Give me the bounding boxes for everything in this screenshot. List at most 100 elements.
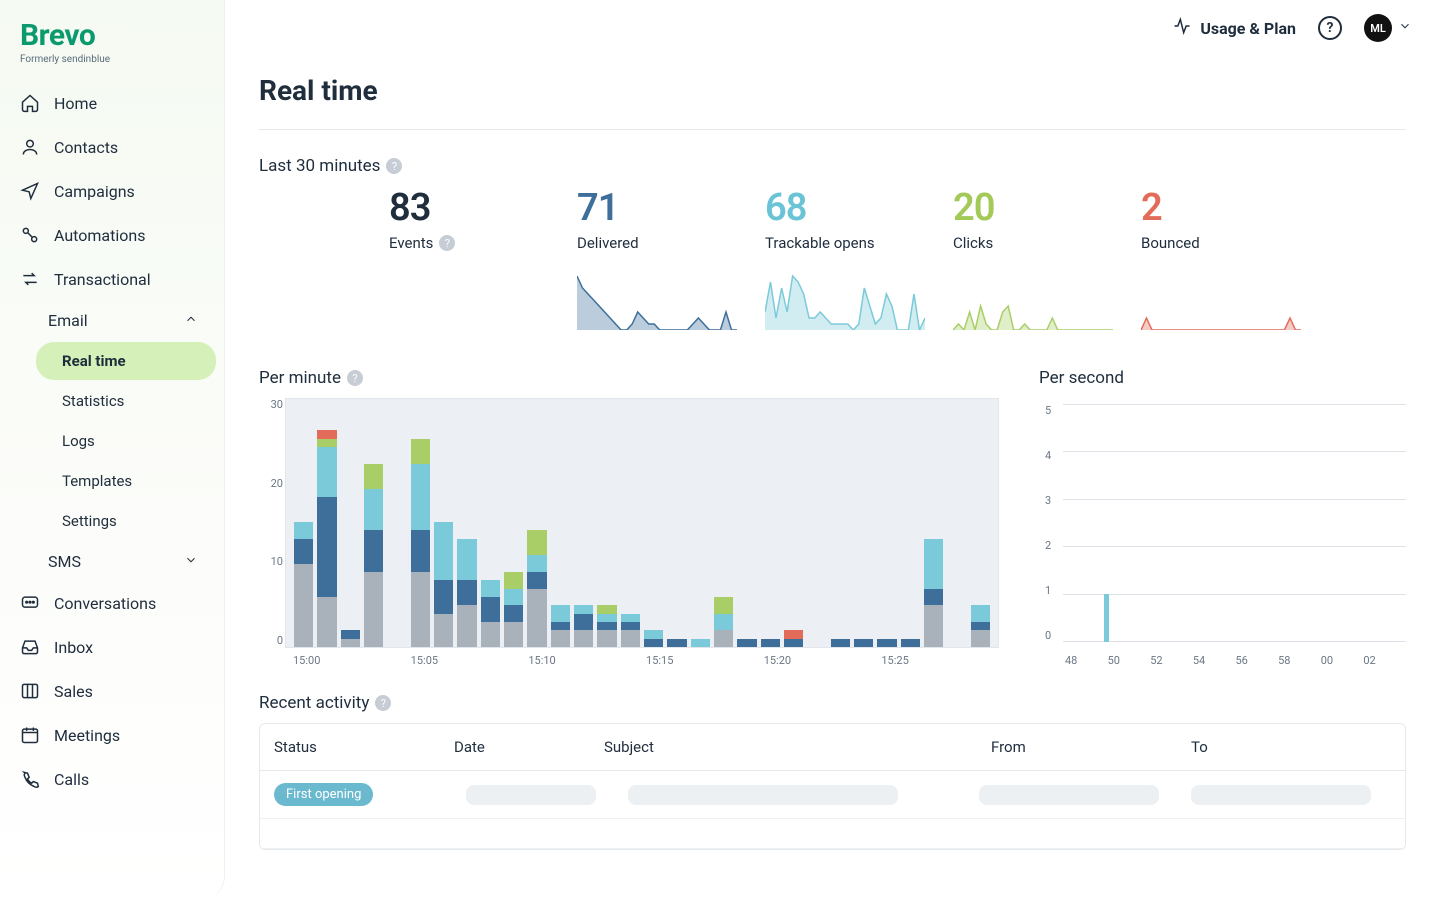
sidebar-item-label: Calls [54,770,89,789]
stat-clicks-label: Clicks [953,234,1141,252]
sidebar-item-label: Transactional [54,270,151,289]
per-minute-chart[interactable] [285,398,999,648]
stat-delivered: 71 Delivered [577,186,765,332]
help-icon[interactable]: ? [375,695,391,711]
subnav-item-realtime[interactable]: Real time [36,342,216,380]
table-header: Status Date Subject From To [260,724,1405,771]
brand-name: Brevo [20,18,204,53]
stat-events: 83 Events ? [389,186,577,332]
sidebar-item-label: Inbox [54,638,93,657]
send-icon [20,181,40,201]
per-minute-xaxis: 15:0015:0515:1015:1515:2015:25 [285,654,999,667]
per-second-block: Per second 543210 4850525456580002 [1039,342,1406,667]
sidebar-item-transactional[interactable]: Transactional [8,257,216,301]
col-subject: Subject [604,738,991,756]
sparkline-clicks [953,270,1141,332]
sparkline-bounced [1141,270,1329,332]
skeleton [979,785,1159,805]
sidebar-item-automations[interactable]: Automations [8,213,216,257]
subnav-item-statistics[interactable]: Statistics [36,382,216,420]
help-icon[interactable]: ? [347,370,363,386]
sidebar-item-campaigns[interactable]: Campaigns [8,169,216,213]
stat-opens-value: 68 [765,186,953,230]
subnav-email-toggle[interactable]: Email [36,301,216,340]
transactional-subnav: Email Real time Statistics Logs Template… [8,301,216,581]
sparkline-delivered [577,270,765,332]
user-icon [20,137,40,157]
subnav-item-settings[interactable]: Settings [36,502,216,540]
sidebar-item-conversations[interactable]: Conversations [8,581,216,625]
automation-icon [20,225,40,245]
per-second-chart[interactable]: 543210 [1039,398,1406,648]
inbox-icon [20,637,40,657]
summary-header: Last 30 minutes ? [259,156,1406,176]
charts-row: Per minute ? 3020100 15:0015:0515:1015:1… [259,342,1406,667]
home-icon [20,93,40,113]
sidebar-item-label: Campaigns [54,182,135,201]
sidebar: Brevo Formerly sendinblue Home Contacts … [0,0,225,900]
stat-events-label: Events ? [389,234,577,252]
skeleton [466,785,596,805]
usage-plan-link[interactable]: Usage & Plan [1172,16,1296,40]
sidebar-item-label: Sales [54,682,93,701]
sidebar-item-meetings[interactable]: Meetings [8,713,216,757]
recent-activity-table: Status Date Subject From To First openin… [259,723,1406,850]
subnav-item-templates[interactable]: Templates [36,462,216,500]
col-from: From [991,738,1191,756]
sidebar-item-label: Home [54,94,97,113]
help-icon[interactable]: ? [439,235,455,251]
account-menu[interactable]: ML [1364,14,1412,42]
subnav-item-logs[interactable]: Logs [36,422,216,460]
sidebar-item-label: Conversations [54,594,156,613]
brand-logo[interactable]: Brevo Formerly sendinblue [0,0,224,73]
recent-header: Recent activity ? [259,693,1406,713]
table-row[interactable] [260,819,1405,849]
help-icon[interactable]: ? [386,158,402,174]
subnav-sms-label: SMS [48,552,81,571]
stat-delivered-value: 71 [577,186,765,230]
board-icon [20,681,40,701]
main: Usage & Plan ? ML Real time Last 30 minu… [225,0,1440,900]
swap-icon [20,269,40,289]
avatar: ML [1364,14,1392,42]
usage-plan-label: Usage & Plan [1200,19,1296,38]
sparkline-opens [765,270,953,332]
stat-bounced-label: Bounced [1141,234,1329,252]
content: Real time Last 30 minutes ? 83 Events ? … [225,56,1440,900]
sidebar-item-label: Contacts [54,138,118,157]
stats-row: 83 Events ? 71 Delivered 68 Trackable op… [259,186,1406,332]
per-second-xaxis: 4850525456580002 [1039,654,1406,667]
topbar: Usage & Plan ? ML [225,0,1440,56]
page-title: Real time [259,56,1406,130]
help-button[interactable]: ? [1318,16,1342,40]
per-minute-block: Per minute ? 3020100 15:0015:0515:1015:1… [259,342,999,667]
stat-opens-label: Trackable opens [765,234,953,252]
stat-clicks-value: 20 [953,186,1141,230]
calendar-icon [20,725,40,745]
primary-nav: Home Contacts Campaigns Automations Tran… [0,73,224,900]
skeleton [628,785,898,805]
sidebar-item-sales[interactable]: Sales [8,669,216,713]
sidebar-item-inbox[interactable]: Inbox [8,625,216,669]
sidebar-item-calls[interactable]: Calls [8,757,216,801]
per-minute-header: Per minute ? [259,368,999,388]
col-to: To [1191,738,1391,756]
stat-bounced: 2 Bounced [1141,186,1329,332]
sidebar-item-contacts[interactable]: Contacts [8,125,216,169]
per-second-header: Per second [1039,368,1406,388]
table-row[interactable]: First opening [260,771,1405,819]
sidebar-item-label: Meetings [54,726,120,745]
stat-delivered-label: Delivered [577,234,765,252]
chevron-down-icon [1398,19,1412,37]
per-minute-yaxis: 3020100 [259,398,283,647]
subnav-sms-toggle[interactable]: SMS [36,542,216,581]
subnav-email-label: Email [48,311,88,330]
phone-icon [20,769,40,789]
sidebar-item-label: Automations [54,226,145,245]
stat-clicks: 20 Clicks [953,186,1141,332]
stat-opens: 68 Trackable opens [765,186,953,332]
chat-icon [20,593,40,613]
stat-events-value: 83 [389,186,577,230]
activity-icon [1172,16,1192,40]
sidebar-item-home[interactable]: Home [8,81,216,125]
